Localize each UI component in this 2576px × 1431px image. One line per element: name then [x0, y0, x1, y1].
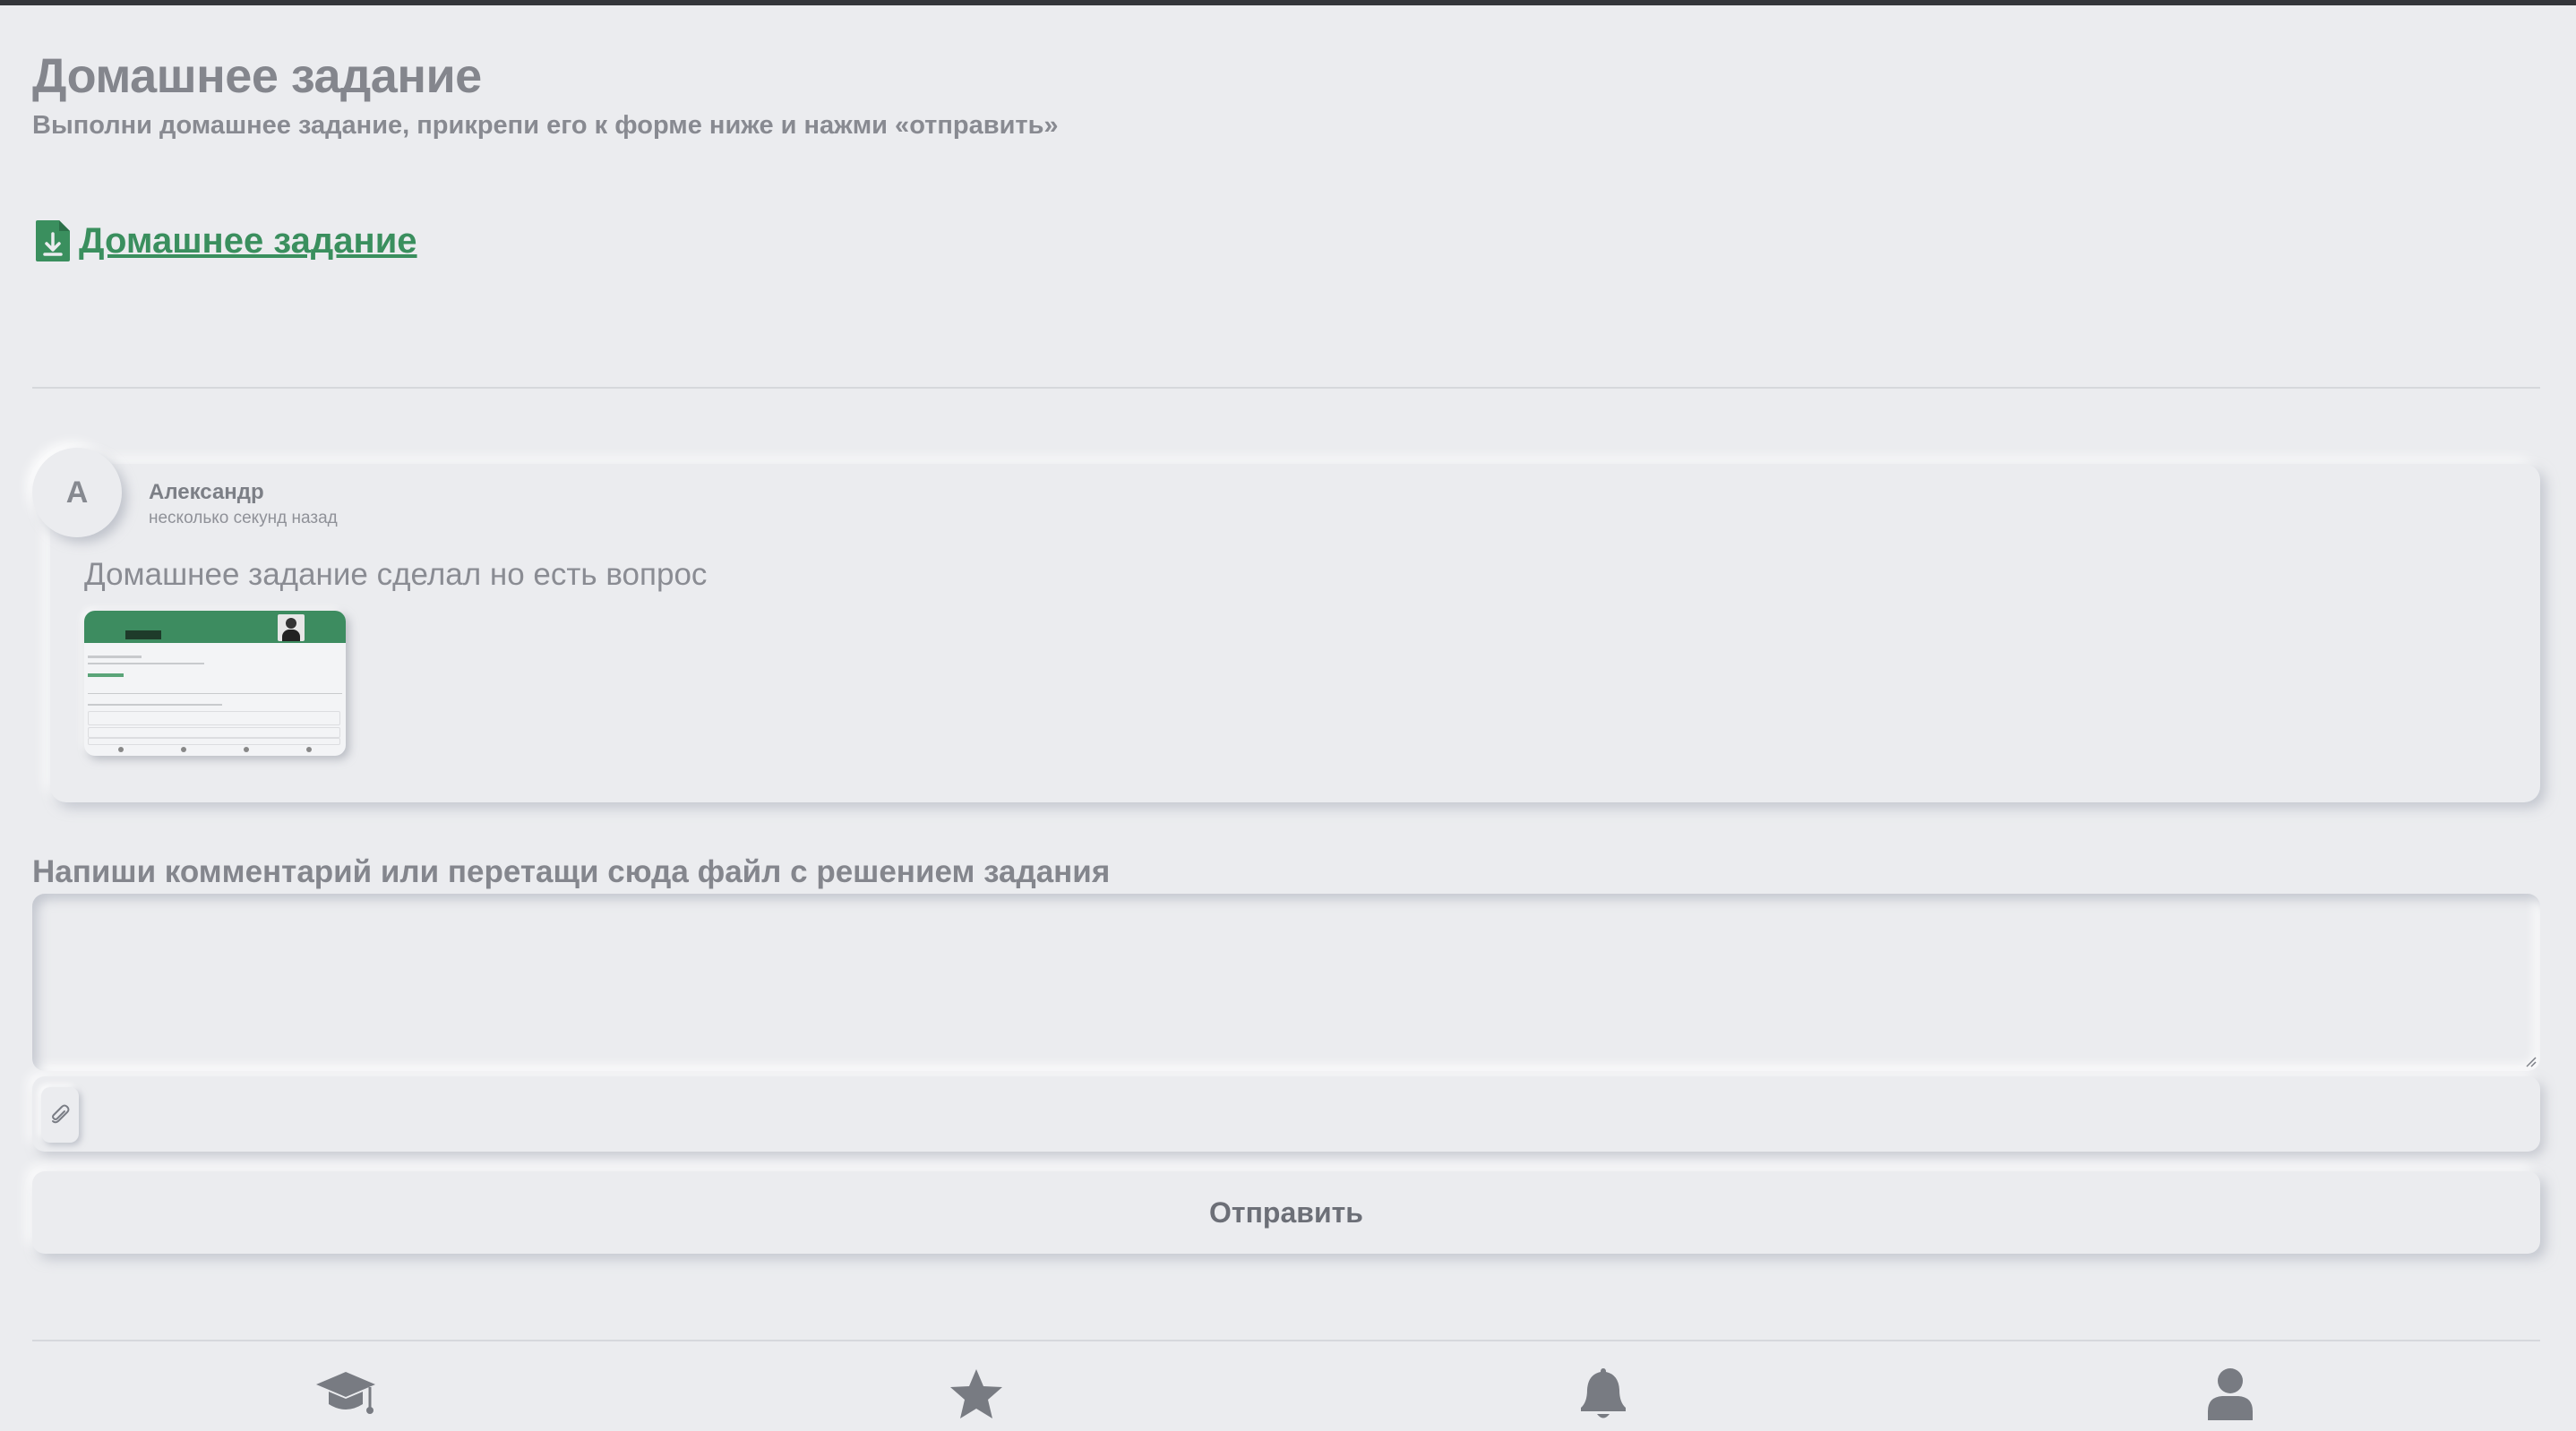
comment-form-label: Напиши комментарий или перетащи сюда фай… [32, 854, 1111, 889]
comment-text: Домашнее задание сделал но есть вопрос [84, 557, 708, 592]
nav-profile[interactable] [2194, 1361, 2266, 1427]
thumbnail-nav-dot [244, 747, 249, 752]
comment-card [50, 464, 2540, 802]
thumbnail-line [88, 693, 342, 694]
section-divider [32, 387, 2540, 389]
nav-favorites[interactable] [940, 1361, 1012, 1427]
page-title: Домашнее задание [32, 49, 482, 103]
thumbnail-logo [125, 630, 161, 639]
submit-button[interactable]: Отправить [32, 1171, 2540, 1254]
thumbnail-nav-dot [181, 747, 186, 752]
thumbnail-nav-dot [118, 747, 124, 752]
thumbnail-link [88, 673, 124, 677]
thumbnail-line [88, 704, 222, 706]
thumbnail-line [88, 663, 204, 664]
avatar: А [32, 448, 122, 537]
star-icon [950, 1369, 1002, 1418]
comment-attachment-thumbnail[interactable] [84, 611, 346, 756]
comment-time: несколько секунд назад [149, 509, 338, 527]
thumbnail-line [88, 656, 142, 658]
homework-page: Домашнее задание Выполни домашнее задани… [32, 5, 2540, 1431]
file-download-icon [36, 220, 70, 261]
thumbnail-button [88, 738, 340, 745]
comment-author: Александр [149, 480, 264, 504]
attachment-bar [32, 1076, 2540, 1152]
homework-download-link[interactable]: Домашнее задание [34, 219, 417, 263]
comment-input[interactable] [32, 894, 2540, 1071]
page-subtitle: Выполни домашнее задание, прикрепи его к… [32, 111, 1059, 140]
homework-link-label: Домашнее задание [79, 220, 417, 261]
paperclip-icon [52, 1104, 70, 1124]
bottom-nav-divider [32, 1340, 2540, 1341]
thumbnail-nav-dot [306, 747, 312, 752]
nav-courses[interactable] [310, 1361, 382, 1427]
attach-file-button[interactable] [41, 1087, 79, 1143]
thumbnail-attach [88, 727, 340, 738]
resize-grip-icon[interactable] [2524, 1055, 2537, 1067]
thumbnail-header [84, 611, 346, 643]
thumbnail-textarea [88, 711, 340, 725]
bell-icon [1581, 1368, 1626, 1418]
user-icon [2208, 1368, 2253, 1420]
graduation-cap-icon [316, 1372, 375, 1414]
thumbnail-person-icon [278, 614, 305, 641]
nav-notifications[interactable] [1567, 1361, 1639, 1427]
